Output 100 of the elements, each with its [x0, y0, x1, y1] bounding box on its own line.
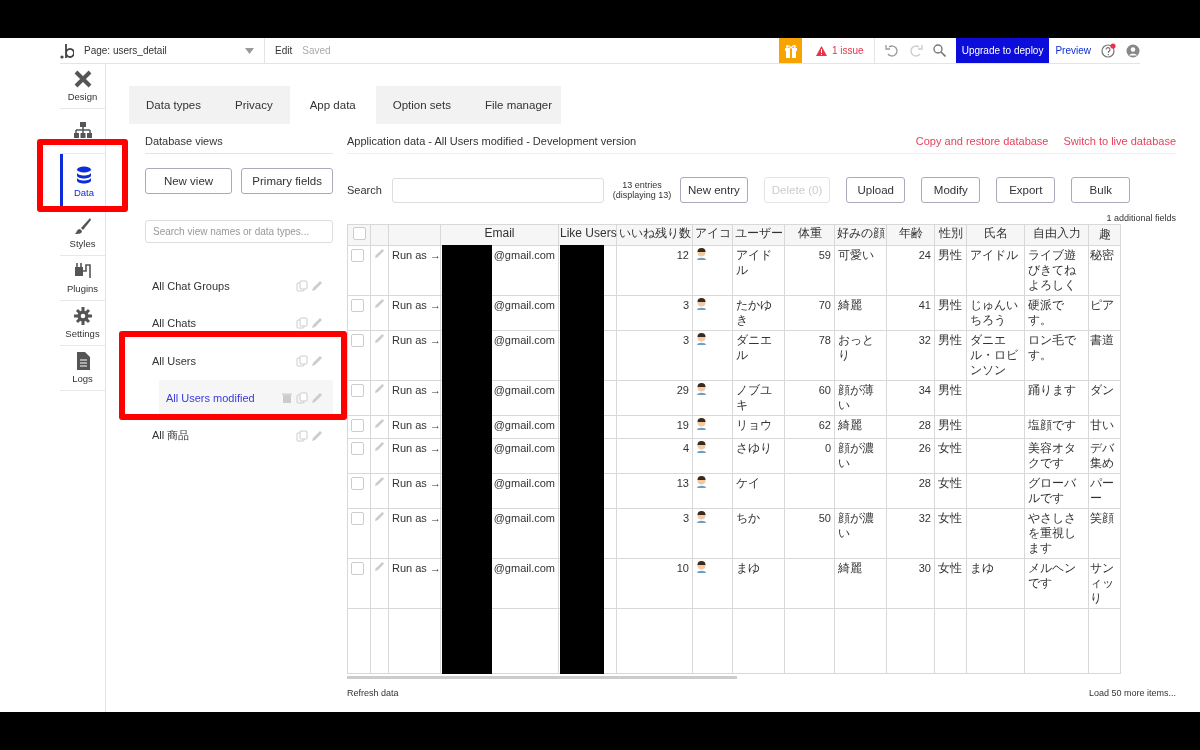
pencil-icon[interactable]	[374, 248, 385, 259]
copy-icon[interactable]	[296, 354, 308, 367]
avatar-icon	[696, 418, 707, 430]
search-field[interactable]	[392, 177, 604, 203]
search-field[interactable]: Search view names or data types...	[145, 220, 333, 243]
button[interactable]: Modify	[921, 177, 981, 203]
button[interactable]: Primary fields	[241, 168, 333, 194]
button[interactable]: New view	[145, 168, 232, 194]
table-cell: ピア	[1090, 298, 1114, 312]
upgrade-button[interactable]: Upgrade to deploy	[955, 38, 1050, 63]
table-cell: 美容オタクです	[1028, 441, 1076, 470]
additional-fields-note: 1 additional fields	[1105, 213, 1176, 223]
checkbox[interactable]	[351, 299, 364, 312]
pencil-icon[interactable]	[311, 317, 323, 330]
sidebar-item[interactable]: Design	[60, 64, 105, 109]
table-cell: グローバルです	[1028, 476, 1076, 505]
checkbox[interactable]	[351, 249, 364, 262]
undo-icon[interactable]	[884, 43, 899, 58]
table-cell: ケイ	[736, 476, 760, 490]
pencil-icon[interactable]	[311, 279, 323, 292]
view-item[interactable]: All Chat Groups	[145, 267, 333, 305]
pencil-icon[interactable]	[374, 441, 385, 452]
sidebar-item[interactable]: Settings	[60, 301, 105, 346]
tab[interactable]: App data	[289, 86, 376, 124]
table-cell: 28	[918, 419, 931, 431]
table-cell: ダニエル	[736, 333, 772, 362]
copy-icon[interactable]	[296, 392, 308, 405]
view-item[interactable]: All Chats	[145, 304, 333, 342]
search-icon[interactable]	[932, 44, 946, 57]
pencil-icon[interactable]	[374, 561, 385, 572]
refresh-link[interactable]: Refresh data	[347, 688, 399, 698]
table-cell: 踊ります	[1028, 383, 1076, 397]
pencil-icon[interactable]	[311, 354, 323, 367]
help-icon[interactable]	[1101, 43, 1116, 58]
edit-menu[interactable]: Edit	[275, 45, 293, 56]
table-cell: 60	[818, 384, 831, 396]
logo-icon[interactable]	[60, 42, 74, 59]
pencil-icon[interactable]	[374, 476, 385, 487]
checkbox[interactable]	[351, 334, 364, 347]
page-dropdown[interactable]: Page: users_detail	[84, 38, 265, 63]
sidebar-item[interactable]: Styles	[60, 211, 105, 256]
button[interactable]: Export	[996, 177, 1056, 203]
table-cell: @gmail.com	[493, 562, 555, 574]
pencil-icon[interactable]	[374, 418, 385, 429]
pencil-icon[interactable]	[374, 383, 385, 394]
button[interactable]: Bulk	[1071, 177, 1131, 203]
table-cell: リョウ	[736, 418, 772, 432]
table-cell: 顔が薄い	[838, 383, 874, 412]
table-cell: サンィッり	[1090, 561, 1114, 605]
table-cell: 甘い	[1090, 418, 1114, 432]
table-cell: ちか	[736, 511, 760, 525]
pencil-icon[interactable]	[374, 511, 385, 522]
table-cell: 綺麗	[838, 418, 862, 432]
copy-icon[interactable]	[296, 279, 308, 292]
tab[interactable]: File manager	[467, 86, 570, 124]
preview-link[interactable]: Preview	[1055, 45, 1091, 56]
button[interactable]: New entry	[680, 177, 748, 203]
sidebar-item[interactable]: Logs	[60, 346, 105, 391]
link[interactable]: Copy and restore database	[915, 135, 1049, 147]
pencil-icon[interactable]	[311, 392, 323, 405]
button[interactable]: Upload	[846, 177, 906, 203]
pencil-icon[interactable]	[311, 429, 323, 442]
table-cell: 50	[818, 512, 831, 524]
sidebar-item[interactable]: Plugins	[60, 256, 105, 301]
table-cell: 綺麗	[838, 561, 862, 575]
table-cell: 書道	[1090, 333, 1114, 347]
column-header[interactable]: Email	[484, 226, 515, 240]
tab[interactable]: Data types	[129, 86, 218, 124]
link[interactable]: Switch to live database	[1063, 135, 1176, 147]
table-cell: 59	[818, 249, 831, 261]
checkbox[interactable]	[351, 442, 364, 455]
table-cell: 女性	[938, 511, 962, 525]
view-item[interactable]: All 商品	[145, 417, 333, 455]
user-icon[interactable]	[1126, 43, 1140, 58]
tab[interactable]: Privacy	[218, 86, 290, 124]
issues-link[interactable]: 1 issue	[812, 38, 875, 63]
tab[interactable]: Option sets	[375, 86, 468, 124]
gift-button[interactable]	[779, 38, 802, 63]
sidebar-item[interactable]: Data	[60, 154, 105, 211]
checkbox[interactable]	[352, 227, 366, 240]
copy-icon[interactable]	[296, 317, 308, 330]
view-item[interactable]: All Users	[145, 342, 333, 380]
checkbox[interactable]	[351, 384, 364, 397]
redo-icon[interactable]	[908, 43, 923, 58]
checkbox[interactable]	[351, 419, 364, 432]
copy-icon[interactable]	[296, 429, 308, 442]
pencil-icon[interactable]	[374, 298, 385, 309]
trash-icon[interactable]	[281, 392, 293, 405]
checkbox[interactable]	[351, 477, 364, 490]
checkbox[interactable]	[351, 512, 364, 525]
load-more-link[interactable]: Load 50 more items...	[1088, 688, 1176, 698]
crossed-tools-icon	[73, 70, 92, 88]
avatar-icon	[696, 248, 707, 260]
scrollbar[interactable]	[347, 676, 737, 679]
checkbox[interactable]	[351, 562, 364, 575]
table-cell: 男性	[938, 248, 962, 262]
table-cell: アイドル	[970, 248, 1018, 262]
pencil-icon[interactable]	[374, 333, 385, 344]
brush-icon	[73, 217, 92, 235]
view-item[interactable]: All Users modified	[159, 379, 333, 417]
